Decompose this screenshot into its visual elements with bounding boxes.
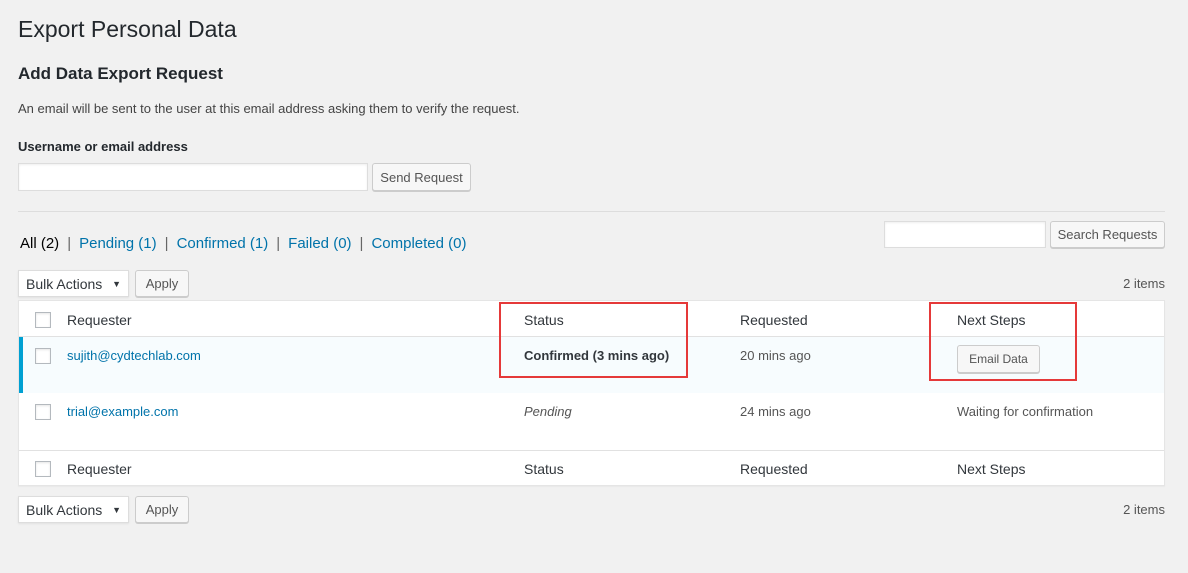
apply-button-bottom[interactable]: Apply xyxy=(135,496,189,523)
bulk-actions-select-bottom[interactable]: Bulk Actions ▼ xyxy=(18,496,129,523)
filter-completed[interactable]: Completed (0) xyxy=(371,235,466,252)
send-request-button[interactable]: Send Request xyxy=(372,163,471,191)
column-status: Status xyxy=(524,461,564,477)
table-row: sujith@cydtechlab.com Confirmed (3 mins … xyxy=(19,337,1164,393)
requester-email[interactable]: sujith@cydtechlab.com xyxy=(67,348,201,363)
username-email-input[interactable] xyxy=(18,163,368,191)
items-count-bottom: 2 items xyxy=(1123,502,1165,517)
column-requester[interactable]: Requester xyxy=(67,461,132,477)
filter-all-count: (2) xyxy=(40,235,60,252)
column-next-steps: Next Steps xyxy=(957,312,1026,328)
caret-down-icon: ▼ xyxy=(112,278,121,289)
section-divider xyxy=(18,211,1165,212)
bulk-actions-value: Bulk Actions xyxy=(26,275,103,292)
search-requests-input[interactable] xyxy=(884,221,1046,248)
page-title: Export Personal Data xyxy=(18,16,237,42)
bulk-actions-select-top[interactable]: Bulk Actions ▼ xyxy=(18,270,129,297)
request-status: Pending xyxy=(524,404,572,419)
filter-confirmed[interactable]: Confirmed (1) xyxy=(177,235,269,252)
table-footer-row: Requester Status Requested Next Steps xyxy=(19,450,1164,486)
section-description: An email will be sent to the user at thi… xyxy=(18,101,520,116)
username-email-label: Username or email address xyxy=(18,139,188,154)
filter-separator: | xyxy=(67,235,72,252)
table-row: trial@example.com Pending 24 mins ago Wa… xyxy=(19,393,1164,450)
table-header-row: Requester Status Requested Next Steps xyxy=(19,301,1164,337)
row-checkbox[interactable] xyxy=(35,348,51,364)
column-requested[interactable]: Requested xyxy=(740,461,808,477)
status-filter-links: All (2) | Pending (1) | Confirmed (1) | … xyxy=(20,235,466,252)
request-status: Confirmed (3 mins ago) xyxy=(524,348,670,363)
row-checkbox[interactable] xyxy=(35,404,51,420)
email-data-button[interactable]: Email Data xyxy=(957,345,1040,373)
request-time: 20 mins ago xyxy=(740,348,811,363)
filter-all[interactable]: All (2) xyxy=(20,235,59,252)
filter-failed[interactable]: Failed (0) xyxy=(288,235,351,252)
select-all-checkbox-bottom[interactable] xyxy=(35,461,51,477)
filter-separator: | xyxy=(359,235,364,252)
requests-table: Requester Status Requested Next Steps su… xyxy=(18,300,1165,486)
apply-button-top[interactable]: Apply xyxy=(135,270,189,297)
filter-separator: | xyxy=(276,235,281,252)
request-time: 24 mins ago xyxy=(740,404,811,419)
requester-email[interactable]: trial@example.com xyxy=(67,404,178,419)
column-status: Status xyxy=(524,312,564,328)
items-count-top: 2 items xyxy=(1123,276,1165,291)
search-requests-button[interactable]: Search Requests xyxy=(1050,221,1165,248)
select-all-checkbox[interactable] xyxy=(35,312,51,328)
next-step-text: Waiting for confirmation xyxy=(957,404,1094,419)
column-requested[interactable]: Requested xyxy=(740,312,808,328)
section-title: Add Data Export Request xyxy=(18,64,223,83)
column-next-steps: Next Steps xyxy=(957,461,1026,477)
filter-pending[interactable]: Pending (1) xyxy=(79,235,157,252)
bulk-actions-value: Bulk Actions xyxy=(26,501,103,518)
filter-separator: | xyxy=(164,235,169,252)
caret-down-icon: ▼ xyxy=(112,504,121,515)
filter-all-label: All xyxy=(20,235,37,252)
column-requester[interactable]: Requester xyxy=(67,312,132,328)
